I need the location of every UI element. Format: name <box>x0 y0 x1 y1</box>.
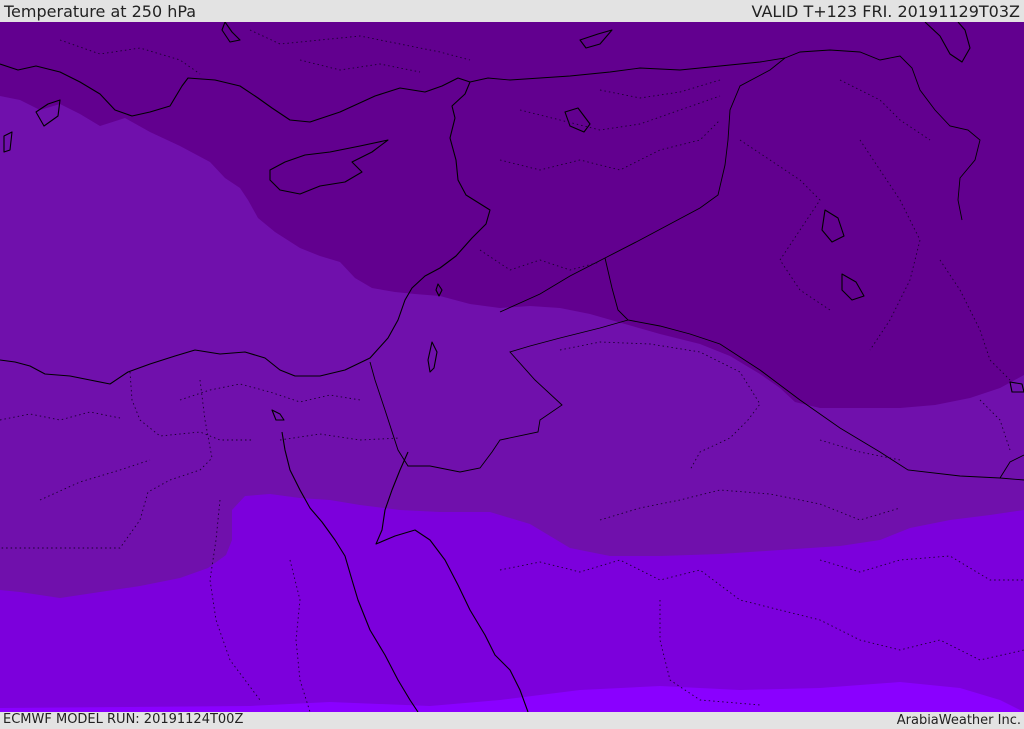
model-run-label: ECMWF MODEL RUN: 20191124T00Z <box>3 712 244 727</box>
header-bar: Temperature at 250 hPa VALID T+123 FRI. … <box>0 0 1024 22</box>
valid-time-label: VALID T+123 FRI. 20191129T03Z <box>751 2 1020 21</box>
temperature-map[interactable] <box>0 22 1024 712</box>
weather-map-frame: Temperature at 250 hPa VALID T+123 FRI. … <box>0 0 1024 729</box>
map-title: Temperature at 250 hPa <box>4 2 197 21</box>
provider-credit: ArabiaWeather Inc. <box>896 713 1021 728</box>
footer-bar: ECMWF MODEL RUN: 20191124T00Z ArabiaWeat… <box>0 712 1024 729</box>
